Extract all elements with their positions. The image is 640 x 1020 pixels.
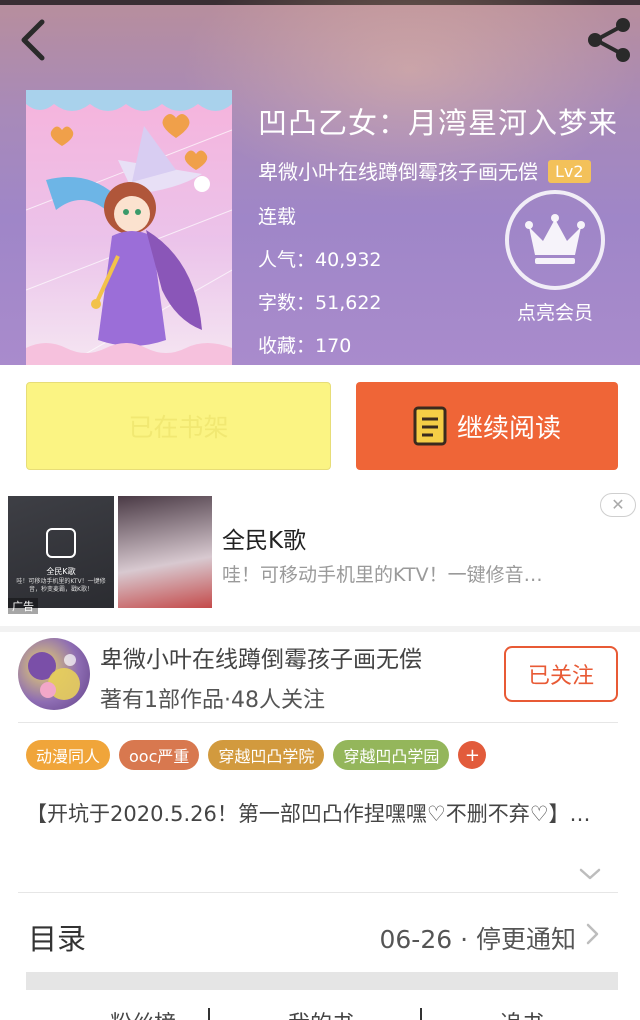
favorites-stat: 收藏：170 [258, 331, 351, 358]
follow-button[interactable]: 已关注 [504, 646, 618, 702]
author-stats: 著有1部作品·48人关注 [100, 688, 325, 713]
divider [18, 892, 618, 893]
bottom-tab-row: 粉丝榜 我的书 追书 [0, 1006, 640, 1020]
catalog-row[interactable]: 目录 06-26 · 停更通知 [0, 900, 640, 970]
chevron-right-icon [586, 923, 599, 945]
book-cover[interactable] [26, 90, 232, 365]
tag[interactable]: 动漫同人 [26, 740, 111, 770]
add-tag-button[interactable]: + [458, 741, 487, 769]
avatar[interactable] [18, 638, 90, 710]
tab-divider [208, 1008, 210, 1020]
ad-label: 广告 [8, 598, 38, 614]
level-badge: Lv2 [548, 160, 591, 183]
book-icon [413, 406, 447, 446]
ad-image [118, 496, 212, 608]
favorites-value: 170 [315, 335, 352, 357]
book-author-line[interactable]: 卑微小叶在线蹲倒霉孩子画无偿 Lv2 [258, 156, 591, 185]
popularity-label: 人气 [258, 249, 297, 271]
favorites-label: 收藏 [258, 335, 297, 357]
avatar-image [28, 652, 80, 700]
words-value: 51,622 [315, 292, 382, 314]
crown-icon [525, 214, 585, 264]
book-status: 连载 [258, 206, 297, 228]
on-shelf-button[interactable]: 已在书架 [26, 382, 331, 470]
back-button[interactable] [14, 16, 54, 64]
author-name[interactable]: 卑微小叶在线蹲倒霉孩子画无偿 [100, 640, 422, 674]
tag-list: 动漫同人 ooc严重 穿越凹凸学院 穿越凹凸学园 + [26, 740, 487, 770]
ad-description: 哇！可移动手机里的KTV！一键修音… [222, 564, 543, 586]
chevron-left-icon [21, 19, 45, 61]
app-logo-icon [46, 528, 76, 558]
tag[interactable]: 穿越凹凸学院 [208, 740, 325, 770]
tab-follow[interactable]: 追书 [500, 1006, 544, 1020]
continue-reading-button[interactable]: 继续阅读 [356, 382, 618, 470]
latest-update: 06-26 · 停更通知 [379, 925, 577, 954]
colon: ： [296, 249, 316, 271]
share-button[interactable] [584, 16, 634, 64]
ad-image: 全民K歌 哇！可移动手机里的KTV！一键修音，秒变麦霸，戳K歌！ [8, 496, 114, 608]
word-count-stat: 字数：51,622 [258, 288, 382, 315]
tab-my-books[interactable]: 我的书 [288, 1006, 354, 1020]
popularity-value: 40,932 [315, 249, 382, 271]
tag[interactable]: ooc严重 [119, 740, 200, 770]
ad-close-button[interactable]: ✕ [600, 493, 636, 517]
section-separator [0, 626, 640, 632]
tab-fans[interactable]: 粉丝榜 [110, 1006, 176, 1020]
popularity-stat: 人气：40,932 [258, 245, 382, 272]
catalog-label: 目录 [28, 922, 87, 956]
expand-button[interactable] [578, 864, 602, 884]
vip-circle [505, 190, 605, 290]
ad-image-caption: 全民K歌 [46, 567, 76, 576]
vip-button[interactable]: 点亮会员 [505, 190, 605, 325]
tab-divider [420, 1008, 422, 1020]
ad-title: 全民K歌 [222, 528, 307, 554]
book-author: 卑微小叶在线蹲倒霉孩子画无偿 [258, 160, 538, 184]
divider [18, 722, 618, 723]
chevron-down-icon [579, 868, 601, 880]
book-header: 凹凸乙女：月湾星河入梦来 卑微小叶在线蹲倒霉孩子画无偿 Lv2 连载 人气：40,… [0, 0, 640, 365]
colon: ： [296, 292, 316, 314]
ad-banner[interactable]: 全民K歌 哇！可移动手机里的KTV！一键修音，秒变麦霸，戳K歌！ 广告 全民K歌… [0, 486, 640, 626]
continue-reading-label: 继续阅读 [456, 413, 561, 444]
ad-image-text: 哇！可移动手机里的KTV！一键修音，秒变麦霸，戳K歌！ [16, 578, 106, 593]
vip-label: 点亮会员 [516, 302, 593, 324]
tag[interactable]: 穿越凹凸学园 [333, 740, 450, 770]
section-separator [26, 972, 618, 990]
colon: ： [296, 335, 316, 357]
cover-image [26, 90, 232, 365]
book-intro[interactable]: 【开坑于2020.5.26！第一部凹凸作捏嘿嘿♡不删不弃♡】… [26, 800, 611, 829]
words-label: 字数 [258, 292, 297, 314]
share-icon [588, 18, 630, 62]
book-title: 凹凸乙女：月湾星河入梦来 [258, 106, 619, 140]
